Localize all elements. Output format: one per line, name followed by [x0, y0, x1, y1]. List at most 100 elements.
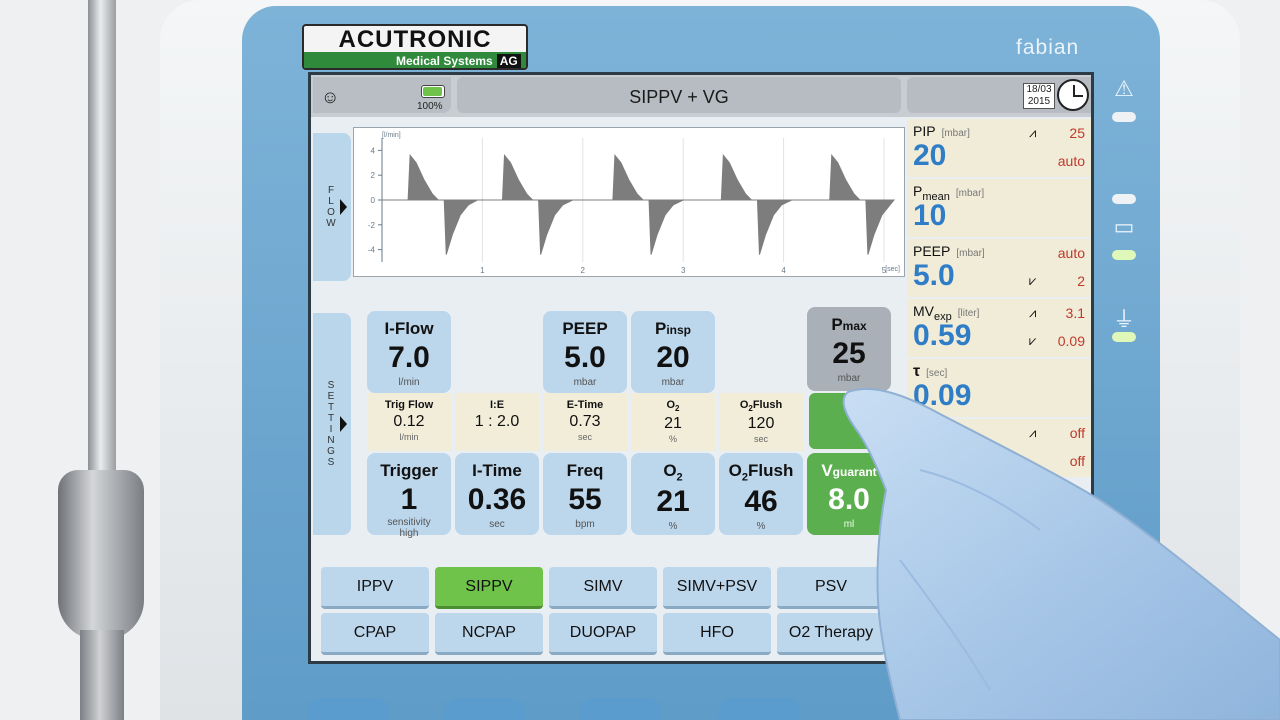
- mains-led: [1112, 332, 1136, 342]
- mode-button-ippv[interactable]: IPPV: [321, 567, 429, 609]
- pole-clamp-lower: [80, 630, 124, 720]
- setting-o2flush-label-2: Flush: [748, 461, 794, 480]
- setting-trigger[interactable]: Trigger 1 sensitivity high: [367, 453, 451, 539]
- hardkey-home[interactable]: [308, 698, 390, 720]
- param-pmean-value: 10: [913, 199, 947, 232]
- setting-ie[interactable]: I:E 1 : 2.0: [455, 393, 539, 451]
- param-pmean[interactable]: Pmean [mbar] 10: [907, 179, 1091, 237]
- param-mvexp-label: MV: [913, 303, 934, 319]
- mode-button-simv[interactable]: SIMV: [549, 567, 657, 609]
- setting-pinsp-value: 20: [656, 341, 690, 374]
- setting-trigflow-value: 0.12: [393, 413, 425, 430]
- setting-o2-small-label-sub: 2: [675, 404, 680, 414]
- setting-o2[interactable]: O2 21 %: [631, 453, 715, 535]
- param-hidden[interactable]: ⩘ off off: [907, 419, 1091, 477]
- setting-o2flush-small-label-2: Flush: [752, 399, 783, 411]
- param-pip-upper-limit: 25: [1069, 125, 1085, 141]
- param-tau-label: τ: [913, 363, 921, 380]
- setting-etime-value: 0.73: [569, 413, 601, 430]
- setting-vg-toggle[interactable]: [809, 393, 893, 449]
- date-year: 2015: [1027, 96, 1051, 107]
- param-pip-lower-limit: auto: [1057, 153, 1085, 169]
- hardkey-2[interactable]: [444, 698, 526, 720]
- param-mvexp-upper-limit: 3.1: [1065, 305, 1085, 321]
- setting-trigflow[interactable]: Trig Flow 0.12 l/min: [367, 393, 451, 451]
- alarm-warning-icon: ⚠: [1114, 76, 1134, 101]
- clock-area[interactable]: 18/03 2015: [907, 77, 1091, 113]
- settings-tab[interactable]: SETTINGS: [313, 313, 351, 535]
- setting-pinsp-label-main: P: [654, 319, 667, 338]
- mode-button-hfo[interactable]: HFO: [663, 613, 771, 655]
- setting-trigger-unit-2: high: [399, 528, 419, 539]
- setting-o2-small-label: O2: [631, 399, 715, 413]
- x-tick-label: 3: [681, 266, 686, 275]
- setting-trigflow-unit: l/min: [399, 432, 419, 442]
- setting-iflow-label: I-Flow: [384, 319, 434, 338]
- setting-freq[interactable]: Freq 55 bpm: [543, 453, 627, 535]
- y-tick-label: 2: [371, 171, 376, 180]
- flow-chart: 1 2 3 4 5420-2-4[l/min][sec]: [368, 132, 900, 275]
- setting-o2-label-main: O: [663, 461, 677, 480]
- setting-o2flush-small-label: O2Flush: [719, 399, 803, 413]
- setting-pmax[interactable]: Pmax 25 mbar: [807, 307, 891, 391]
- setting-iflow[interactable]: I-Flow 7.0 l/min: [367, 311, 451, 393]
- setting-o2flush-small[interactable]: O2Flush 120 sec: [719, 393, 803, 451]
- mode-button-o2-therapy[interactable]: O2 Therapy: [777, 613, 885, 655]
- upper-alarm-icon: ⩘: [1029, 425, 1037, 440]
- setting-itime[interactable]: I-Time 0.36 sec: [455, 453, 539, 535]
- setting-pmax-value: 25: [832, 337, 866, 370]
- param-hidden-lower-limit: off: [1069, 453, 1085, 469]
- battery-level: 100%: [417, 101, 443, 112]
- param-tau[interactable]: τ [sec] 0.09: [907, 359, 1091, 417]
- setting-freq-unit: bpm: [575, 519, 595, 530]
- setting-pinsp[interactable]: Pinsp 20 mbar: [631, 311, 715, 393]
- setting-trigger-label: Trigger: [380, 461, 438, 480]
- param-peep[interactable]: PEEP [mbar] 5.0 auto ⩗ 2: [907, 239, 1091, 297]
- mode-button-psv[interactable]: PSV: [777, 567, 885, 609]
- brand-sub: Medical Systems AG: [304, 52, 526, 68]
- setting-o2-unit: %: [668, 521, 678, 533]
- hardkey-3[interactable]: [580, 698, 662, 720]
- setting-iflow-value: 7.0: [388, 341, 430, 374]
- x-tick-label: 4: [781, 266, 786, 275]
- setting-freq-value: 55: [568, 483, 602, 516]
- mode-button-ncpap[interactable]: NCPAP: [435, 613, 543, 655]
- param-mvexp-value: 0.59: [913, 319, 972, 352]
- setting-vguarant[interactable]: Vguarant 8.0 ml: [807, 453, 891, 535]
- brand-name: ACUTRONIC: [338, 26, 492, 53]
- param-peep-name: PEEP [mbar]: [913, 243, 985, 259]
- setting-o2flush-small-value: 120: [747, 415, 775, 433]
- param-pip[interactable]: PIP [mbar] 20 ⩘ 25 auto: [907, 119, 1091, 177]
- hardkey-4[interactable]: [718, 698, 800, 720]
- mode-button-sippv[interactable]: SIPPV: [435, 567, 543, 609]
- param-peep-value: 5.0: [913, 259, 955, 292]
- param-mvexp[interactable]: MVexp [liter] 0.59 ⩘ 3.1 ⩗ 0.09: [907, 299, 1091, 357]
- upper-alarm-icon: ⩘: [1029, 305, 1037, 320]
- flow-tab-arrow-icon: [340, 199, 347, 215]
- mode-button-cpap[interactable]: CPAP: [321, 613, 429, 655]
- setting-pinsp-label-sub: insp: [666, 323, 691, 337]
- pole-clamp: [58, 470, 144, 640]
- brand-ag: AG: [496, 54, 521, 68]
- mode-button-simv-psv[interactable]: SIMV+PSV: [663, 567, 771, 609]
- param-mvexp-unit: [liter]: [957, 308, 980, 319]
- setting-etime[interactable]: E-Time 0.73 sec: [543, 393, 627, 451]
- setting-peep-unit: mbar: [573, 377, 597, 388]
- x-tick-label: 1: [480, 266, 485, 275]
- alarm-led: [1112, 112, 1136, 122]
- lower-alarm-icon: ⩗: [1029, 273, 1037, 288]
- flow-tab[interactable]: FLOW: [313, 133, 351, 281]
- setting-o2flush[interactable]: O2Flush 46 %: [719, 453, 803, 535]
- setting-peep[interactable]: PEEP 5.0 mbar: [543, 311, 627, 393]
- setting-vguarant-label-main: V: [821, 461, 833, 480]
- setting-vguarant-label: Vguarant: [807, 461, 891, 481]
- monitoring-panel: PIP [mbar] 20 ⩘ 25 auto Pmean [mbar] 10 PE…: [907, 119, 1091, 539]
- battery-icon: ▭: [1113, 214, 1135, 239]
- setting-o2-small[interactable]: O2 21 %: [631, 393, 715, 451]
- mode-button-duopap[interactable]: DUOPAP: [549, 613, 657, 655]
- setting-peep-value: 5.0: [564, 341, 606, 374]
- setting-trigger-value: 1: [400, 483, 418, 516]
- battery-status-icon: [421, 85, 445, 98]
- flow-waveform-panel[interactable]: 1 2 3 4 5 4 2 0 -2 -4 [l/min] [sec]: [353, 127, 905, 277]
- settings-tab-label: SETTINGS: [327, 380, 337, 468]
